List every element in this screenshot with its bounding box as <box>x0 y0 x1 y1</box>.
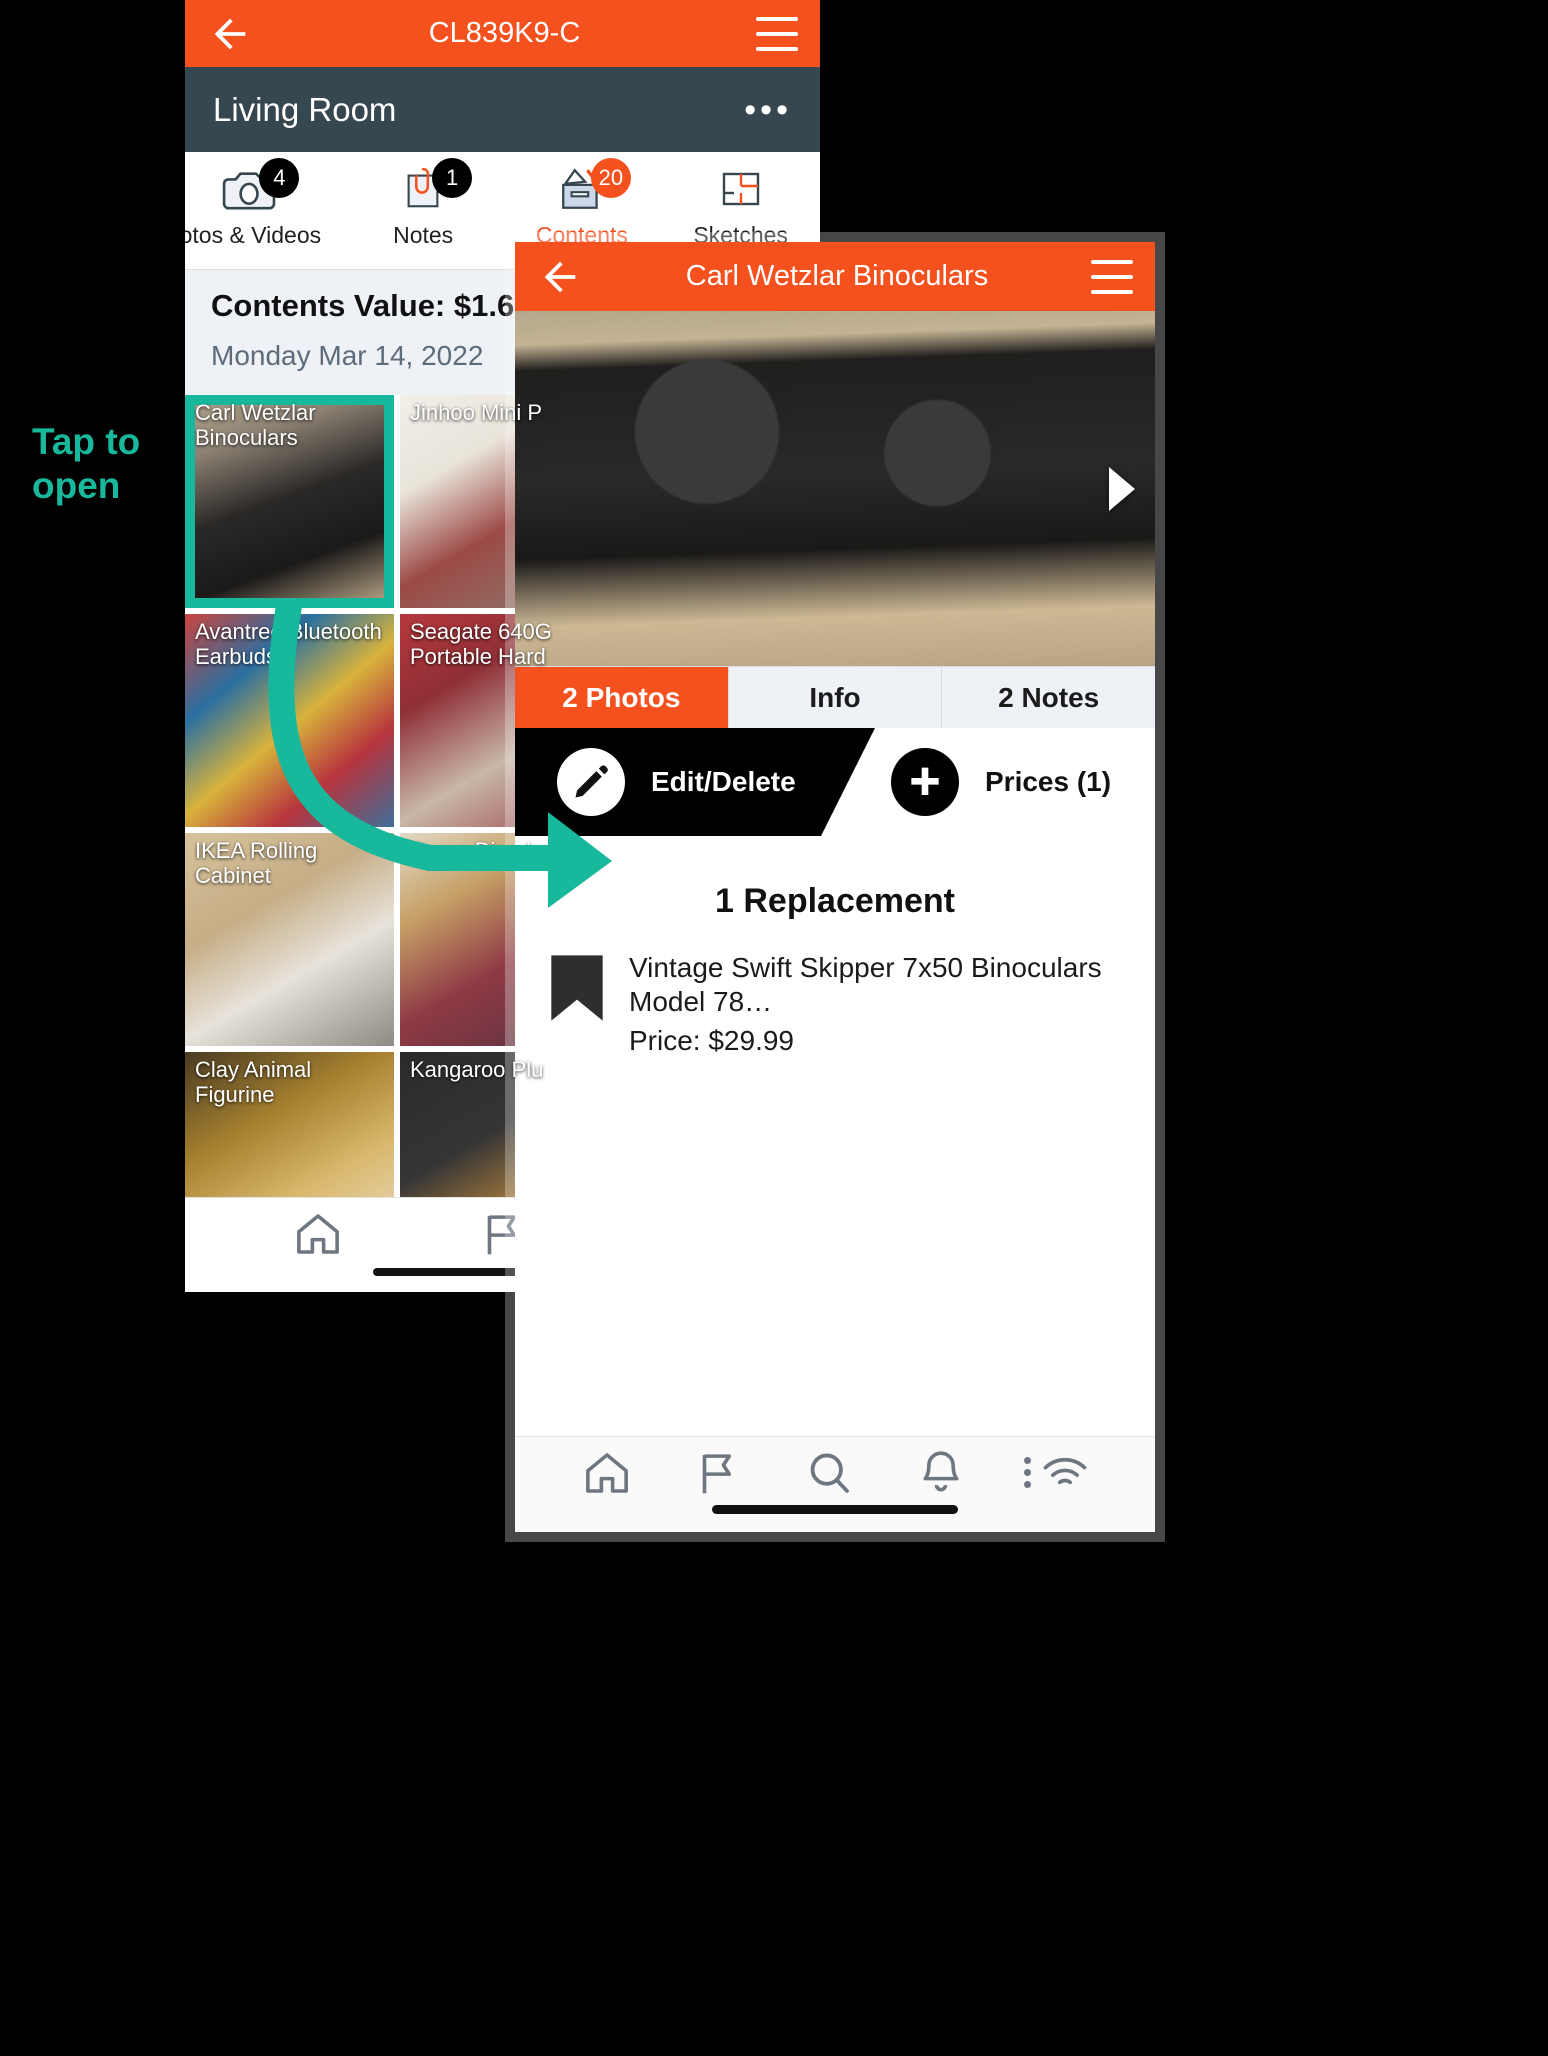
grid-item-clay-figurine[interactable]: Clay Animal Figurine <box>185 1052 394 1197</box>
kebab-icon[interactable] <box>1024 1457 1032 1488</box>
annotation-line-1: Tap to <box>32 421 141 462</box>
replacement-section: 1 Replacement Vintage Swift Skipper 7x50… <box>515 842 1155 1436</box>
room-bar: Living Room ••• <box>185 67 820 152</box>
camera-icon: 4 <box>217 158 300 216</box>
detail-title: Carl Wetzlar Binoculars <box>685 260 989 292</box>
item-photo[interactable] <box>515 311 1155 666</box>
detail-tabstrip: 2 Photos Info 2 Notes <box>515 666 1155 728</box>
contents-badge: 20 <box>590 158 631 198</box>
hamburger-icon[interactable] <box>1091 259 1133 294</box>
overflow-menu-icon[interactable]: ••• <box>744 93 792 127</box>
more-wifi-icon[interactable] <box>1024 1451 1091 1495</box>
bookmark-icon <box>551 955 603 1021</box>
home-indicator <box>712 1505 958 1514</box>
contents-box-icon: 20 <box>549 158 631 216</box>
grid-item-label: Carl Wetzlar Binoculars <box>195 400 316 450</box>
plus-icon <box>891 748 959 816</box>
pencil-icon <box>557 748 625 816</box>
tab-notes-label: Notes <box>393 222 454 248</box>
tab-photos-label: otos & Videos <box>185 222 322 248</box>
edit-delete-button[interactable]: Edit/Delete <box>515 728 875 836</box>
edit-delete-label: Edit/Delete <box>651 766 796 797</box>
grid-item-earbuds[interactable]: Avantree Bluetooth Earbuds <box>185 614 394 827</box>
replacement-price: Price: $29.99 <box>629 1025 794 1057</box>
tab-photos-videos[interactable]: 4 otos & Videos <box>185 152 330 249</box>
note-paperclip-icon: 1 <box>390 158 473 216</box>
annotation-line-2: open <box>32 465 121 507</box>
replacement-row[interactable]: Vintage Swift Skipper 7x50 Binoculars Mo… <box>515 921 1155 1057</box>
floorplan-icon <box>708 162 774 216</box>
tab-notes[interactable]: 2 Notes <box>942 667 1155 728</box>
detail-action-bar: Edit/Delete Prices (1) <box>515 728 1155 836</box>
room-name: Living Room <box>213 90 397 128</box>
flag-icon[interactable] <box>690 1446 746 1500</box>
list-title: CL839K9-C <box>428 17 581 49</box>
tap-to-open-annotation: Tap to open <box>32 420 192 509</box>
wifi-icon[interactable] <box>1039 1451 1091 1495</box>
grid-item-ikea-cabinet[interactable]: IKEA Rolling Cabinet <box>185 833 394 1046</box>
detail-appbar: Carl Wetzlar Binoculars <box>515 242 1155 311</box>
notes-badge: 1 <box>432 158 473 198</box>
replacement-heading: 1 Replacement <box>715 882 955 920</box>
tab-info[interactable]: Info <box>728 667 943 728</box>
search-icon[interactable] <box>801 1446 857 1500</box>
grid-item-label: Seagate 640G Portable Hard <box>410 619 552 669</box>
detail-bottom-nav <box>515 1436 1155 1532</box>
grid-item-label: Jinhoo Mini P <box>410 400 543 425</box>
grid-item-label: Kangaroo Plu <box>410 1057 544 1082</box>
chevron-right-icon[interactable] <box>1109 466 1135 511</box>
replacement-name: Vintage Swift Skipper 7x50 Binoculars Mo… <box>629 952 1102 1018</box>
tab-notes[interactable]: 1 Notes <box>344 152 503 249</box>
grid-item-label: Remo Djembe <box>410 838 551 863</box>
bell-icon[interactable] <box>913 1446 969 1500</box>
grid-item-label: Avantree Bluetooth Earbuds <box>195 619 382 669</box>
tab-contents[interactable]: 20 Contents <box>503 152 662 249</box>
back-arrow-icon[interactable] <box>207 11 253 57</box>
grid-item-binoculars[interactable]: Carl Wetzlar Binoculars <box>185 395 394 608</box>
home-icon[interactable] <box>290 1207 346 1261</box>
screenshot-stage: CL839K9-C Living Room ••• 4 otos & Video… <box>0 0 1548 2056</box>
item-detail-screen: Carl Wetzlar Binoculars 2 Photos Info 2 … <box>515 242 1155 1532</box>
photos-badge: 4 <box>259 158 300 198</box>
tab-sketches[interactable]: Sketches <box>661 152 820 249</box>
prices-label: Prices (1) <box>985 766 1112 797</box>
back-arrow-icon[interactable] <box>537 254 583 300</box>
grid-item-label: Clay Animal Figurine <box>195 1057 312 1107</box>
list-appbar: CL839K9-C <box>185 0 820 67</box>
tab-photos[interactable]: 2 Photos <box>515 667 729 728</box>
hamburger-icon[interactable] <box>756 16 798 51</box>
grid-item-label: IKEA Rolling Cabinet <box>195 838 318 888</box>
home-icon[interactable] <box>579 1446 635 1500</box>
